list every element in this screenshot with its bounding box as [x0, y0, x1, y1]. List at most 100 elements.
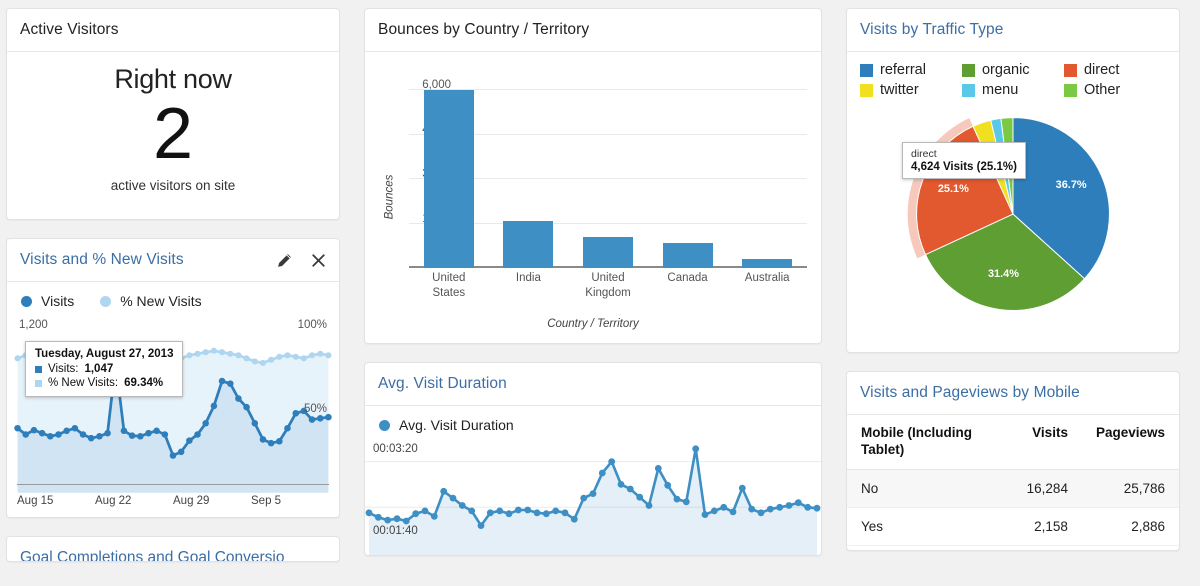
data-point[interactable]: [627, 486, 634, 493]
data-point[interactable]: [431, 513, 438, 520]
data-point[interactable]: [137, 433, 144, 440]
data-point[interactable]: [317, 415, 324, 422]
legend-item-direct[interactable]: direct: [1064, 62, 1166, 78]
data-point[interactable]: [96, 433, 103, 440]
data-point[interactable]: [211, 348, 217, 354]
data-point[interactable]: [543, 510, 550, 517]
table-row[interactable]: Yes2,1582,886: [847, 507, 1179, 545]
data-point[interactable]: [194, 351, 200, 357]
data-point[interactable]: [674, 496, 681, 503]
data-point[interactable]: [450, 495, 457, 502]
bar-canada[interactable]: [663, 243, 713, 268]
data-point[interactable]: [39, 430, 46, 437]
data-point[interactable]: [459, 502, 466, 509]
data-point[interactable]: [219, 349, 225, 355]
data-point[interactable]: [186, 437, 193, 444]
pencil-icon[interactable]: [275, 251, 293, 269]
data-point[interactable]: [720, 504, 727, 511]
bar-united-kingdom[interactable]: [583, 237, 633, 268]
data-point[interactable]: [104, 430, 111, 437]
column-header-pageviews[interactable]: Pageviews: [1082, 415, 1179, 469]
column-header-mobile[interactable]: Mobile (Including Tablet): [847, 415, 1013, 469]
data-point[interactable]: [243, 404, 250, 411]
data-point[interactable]: [440, 488, 447, 495]
data-point[interactable]: [14, 425, 21, 432]
data-point[interactable]: [786, 502, 793, 509]
data-point[interactable]: [88, 435, 95, 442]
data-point[interactable]: [309, 416, 316, 423]
legend-item-new-visits[interactable]: % New Visits: [100, 293, 201, 309]
data-point[interactable]: [162, 431, 169, 438]
data-point[interactable]: [552, 508, 559, 515]
data-point[interactable]: [202, 420, 209, 427]
data-point[interactable]: [153, 428, 160, 435]
bar-australia[interactable]: [742, 259, 792, 268]
data-point[interactable]: [366, 509, 373, 516]
data-point[interactable]: [186, 352, 192, 358]
data-point[interactable]: [129, 432, 136, 439]
data-point[interactable]: [268, 440, 275, 447]
data-point[interactable]: [268, 357, 274, 363]
data-point[interactable]: [244, 355, 250, 361]
data-point[interactable]: [758, 509, 765, 516]
data-point[interactable]: [730, 509, 737, 516]
data-point[interactable]: [403, 518, 410, 525]
avg-visit-duration-chart[interactable]: 00:03:20 00:01:40: [365, 437, 821, 555]
data-point[interactable]: [170, 452, 177, 459]
data-point[interactable]: [384, 517, 391, 524]
data-point[interactable]: [55, 431, 62, 438]
data-point[interactable]: [227, 380, 234, 387]
data-point[interactable]: [252, 420, 259, 427]
data-point[interactable]: [235, 395, 242, 402]
table-row[interactable]: No16,28425,786: [847, 469, 1179, 507]
data-point[interactable]: [47, 433, 54, 440]
data-point[interactable]: [636, 494, 643, 501]
data-point[interactable]: [260, 360, 266, 366]
legend-item-referral[interactable]: referral: [860, 62, 962, 78]
data-point[interactable]: [655, 465, 662, 472]
data-point[interactable]: [599, 470, 606, 477]
data-point[interactable]: [80, 431, 87, 438]
bar-united-states[interactable]: [424, 90, 474, 268]
data-point[interactable]: [692, 445, 699, 452]
data-point[interactable]: [252, 358, 258, 364]
data-point[interactable]: [795, 499, 802, 506]
data-point[interactable]: [301, 355, 307, 361]
data-point[interactable]: [178, 449, 185, 456]
data-point[interactable]: [260, 436, 267, 443]
data-point[interactable]: [748, 506, 755, 513]
bounces-bar-chart[interactable]: Bounces 1,5003,0004,5006,000 UnitedState…: [365, 52, 821, 342]
data-point[interactable]: [468, 508, 475, 515]
legend-item-visits[interactable]: Visits: [21, 293, 74, 309]
data-point[interactable]: [590, 490, 597, 497]
data-point[interactable]: [562, 509, 569, 516]
data-point[interactable]: [496, 508, 503, 515]
data-point[interactable]: [515, 507, 522, 514]
data-point[interactable]: [524, 507, 531, 514]
data-point[interactable]: [506, 510, 513, 517]
data-point[interactable]: [375, 514, 382, 521]
data-point[interactable]: [608, 458, 615, 465]
legend-item-organic[interactable]: organic: [962, 62, 1064, 78]
legend-item-other[interactable]: Other: [1064, 82, 1166, 98]
data-point[interactable]: [121, 428, 128, 435]
data-point[interactable]: [15, 355, 21, 361]
data-point[interactable]: [422, 508, 429, 515]
pie-chart[interactable]: 36.7%31.4%25.1% direct 4,624 Visits (25.…: [847, 106, 1179, 342]
data-point[interactable]: [22, 431, 29, 438]
legend-item-avg-visit-duration[interactable]: Avg. Visit Duration: [379, 417, 514, 433]
data-point[interactable]: [317, 351, 323, 357]
data-point[interactable]: [683, 498, 690, 505]
data-point[interactable]: [804, 504, 811, 511]
data-point[interactable]: [394, 515, 401, 522]
data-point[interactable]: [618, 481, 625, 488]
close-icon[interactable]: [309, 251, 327, 269]
data-point[interactable]: [534, 509, 541, 516]
column-header-visits[interactable]: Visits: [1013, 415, 1082, 469]
data-point[interactable]: [72, 425, 79, 432]
data-point[interactable]: [487, 509, 494, 516]
data-point[interactable]: [203, 349, 209, 355]
data-point[interactable]: [664, 482, 671, 489]
legend-item-twitter[interactable]: twitter: [860, 82, 962, 98]
data-point[interactable]: [219, 378, 226, 385]
